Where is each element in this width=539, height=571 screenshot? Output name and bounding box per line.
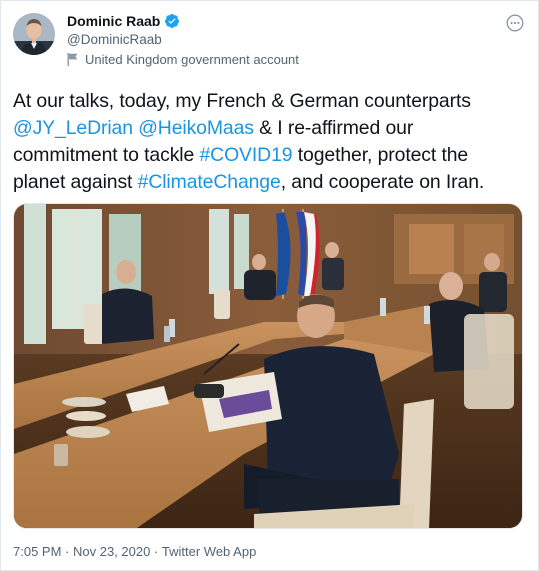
tweet-source[interactable]: Twitter Web App: [162, 544, 256, 559]
tweet-text-line: planet against #ClimateChange, and coope…: [13, 169, 529, 196]
tweet-text: At our talks, today, my French & German …: [13, 88, 529, 196]
tweet-metadata: 7:05 PM · Nov 23, 2020 · Twitter Web App: [13, 544, 256, 559]
author-display-name[interactable]: Dominic Raab: [67, 13, 160, 29]
tweet-text-segment: together, protect the: [292, 144, 469, 166]
tweet-text-line: At our talks, today, my French & German …: [13, 88, 529, 115]
tweet-card: Dominic Raab @DominicRaab United Kingdom…: [0, 0, 539, 571]
more-options-icon[interactable]: [506, 14, 524, 32]
government-account-label: United Kingdom government account: [67, 52, 299, 67]
meta-separator: ·: [150, 544, 162, 559]
hashtag-link[interactable]: #ClimateChange: [138, 171, 281, 193]
tweet-text-segment: commitment to tackle: [13, 144, 200, 166]
tweet-text-segment: , and cooperate on Iran.: [280, 171, 485, 193]
government-account-text: United Kingdom government account: [85, 52, 299, 67]
mention-link[interactable]: @HeikoMaas: [138, 117, 254, 139]
author-handle[interactable]: @DominicRaab: [67, 32, 162, 47]
tweet-text-segment: planet against: [13, 171, 138, 193]
avatar[interactable]: [13, 13, 55, 55]
tweet-text-segment: At our talks, today, my French & German …: [13, 90, 471, 112]
author-name-row[interactable]: Dominic Raab: [67, 13, 180, 29]
tweet-text-segment: & I re-affirmed our: [253, 117, 414, 139]
verified-badge-icon: [164, 13, 180, 29]
meta-separator: ·: [61, 544, 73, 559]
tweet-photo[interactable]: [13, 203, 523, 529]
mention-link[interactable]: @JY_LeDrian: [13, 117, 133, 139]
tweet-text-line: @JY_LeDrian @HeikoMaas & I re-affirmed o…: [13, 115, 529, 142]
hashtag-link[interactable]: #COVID19: [199, 144, 292, 166]
flag-icon: [67, 53, 78, 66]
tweet-time[interactable]: 7:05 PM: [13, 544, 61, 559]
tweet-date[interactable]: Nov 23, 2020: [73, 544, 150, 559]
tweet-text-line: commitment to tackle #COVID19 together, …: [13, 142, 529, 169]
